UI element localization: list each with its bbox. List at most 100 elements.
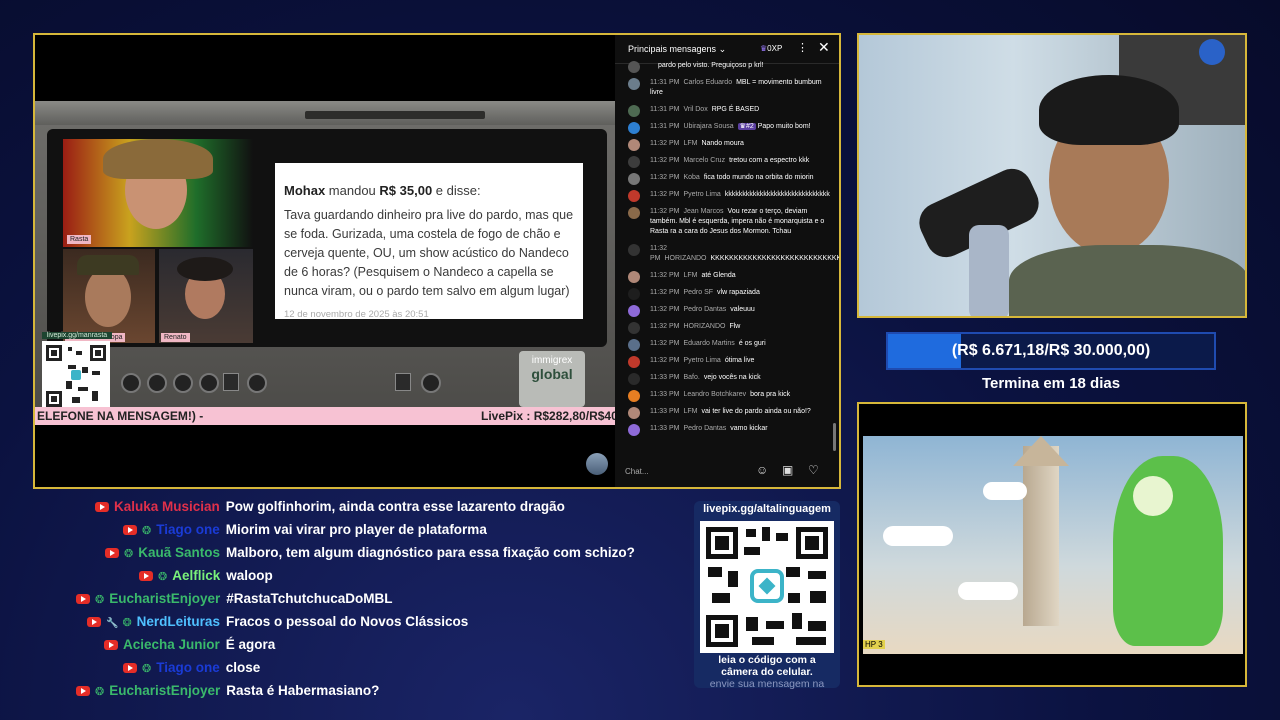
donation-amount: R$ 35,00 (379, 183, 433, 198)
message-author[interactable]: HORIZANDO (683, 323, 725, 330)
user-avatar[interactable] (628, 288, 640, 300)
heart-icon[interactable]: ♡ (808, 463, 819, 477)
user-avatar[interactable] (628, 139, 640, 151)
user-avatar[interactable] (628, 407, 640, 419)
chat-message[interactable]: 11:32 PM Pyetro Lima kkkkkkkkkkkkkkkkkkkkk… (615, 190, 833, 202)
message-author[interactable]: Leandro Botchkarev (683, 391, 746, 398)
streamer-avatar[interactable] (586, 453, 608, 475)
emoji-icon[interactable]: ☺ (756, 463, 768, 477)
user-avatar[interactable] (628, 339, 640, 351)
member-icon: ❂ (122, 617, 132, 629)
message-time: 11:32 PM (650, 306, 680, 313)
message-time: 11:32 PM (650, 357, 680, 364)
message-author[interactable]: Carlos Eduardo (683, 79, 732, 86)
more-options-icon[interactable]: ⋮ (797, 41, 808, 54)
chat-message[interactable]: 11:32 PM Marcelo Cruz tretou com a espectr… (615, 156, 833, 168)
message-text: Nando moura (701, 140, 744, 147)
tv-screen: Rasta Embaixador Jopa Renato Mohax mando… (47, 129, 607, 347)
chat-message[interactable]: 11:33 PM Pedro Dantas vamo kickar (615, 424, 833, 436)
chat-username: Kauã Santos (138, 545, 220, 560)
user-avatar[interactable] (628, 105, 640, 117)
user-avatar[interactable] (628, 390, 640, 402)
user-avatar[interactable] (628, 122, 640, 134)
overlay-chat-row: Aciecha Junior É agora (104, 635, 275, 655)
user-avatar[interactable] (628, 173, 640, 185)
message-author[interactable]: Marcelo Cruz (683, 157, 725, 164)
sticker-icon[interactable]: ▣ (782, 463, 793, 477)
message-author[interactable]: Jean Marcos (683, 208, 723, 215)
xp-value: 0XP (767, 44, 783, 53)
chat-scrollbar[interactable] (833, 423, 836, 451)
message-time: 11:33 PM (650, 374, 680, 381)
chat-message[interactable]: 11:32 PM LFM até Glenda (615, 271, 833, 283)
message-author[interactable]: Vril Dox (683, 106, 707, 113)
chat-message[interactable]: 11:33 PM Leandro Botchkarev bora pra kick (615, 390, 833, 402)
user-avatar[interactable] (628, 322, 640, 334)
donation-date: 12 de novembro de 2025 às 20:51 (284, 309, 429, 320)
message-time: 11:32 PM (650, 323, 680, 330)
chat-message[interactable]: 11:32 PM LFM Nando moura (615, 139, 833, 151)
message-author[interactable]: Pyetro Lima (683, 191, 720, 198)
user-avatar[interactable] (628, 373, 640, 385)
chat-text: close (225, 660, 261, 675)
chat-input[interactable]: Chat... (625, 463, 745, 481)
chat-username: Aciecha Junior (123, 637, 220, 652)
chat-text: #RastaTchutchucaDoMBL (226, 591, 393, 606)
message-author[interactable]: LFM (683, 408, 697, 415)
live-chat-panel: Principais mensagens ⌄ ♛0XP ⋮ ✕ pardo pe… (615, 35, 839, 487)
user-avatar[interactable] (628, 271, 640, 283)
chat-message[interactable]: 11:31 PM Vril Dox RPG É BASED (615, 105, 833, 117)
chat-message[interactable]: 11:32 PM Pedro Dantas valeuuu (615, 305, 833, 317)
chat-message[interactable]: 11:32 PM Jean Marcos Vou rezar o terço, de… (615, 207, 833, 237)
message-author[interactable]: HORIZANDO (665, 255, 707, 262)
message-author[interactable]: Pedro SF (683, 289, 713, 296)
chat-message[interactable]: 11:32 PM Koba fica todo mundo na orbita do… (615, 173, 833, 185)
chat-username: Aelflick (172, 568, 221, 583)
message-author[interactable]: Koba (683, 174, 699, 181)
message-author[interactable]: Pedro Dantas (683, 306, 726, 313)
message-text: RPG É BASED (711, 106, 760, 113)
chat-message[interactable]: 11:32 PM HORIZANDO KKKKKKKKKKKKKKKKKKKKKKK… (615, 244, 839, 264)
message-author[interactable]: Pedro Dantas (683, 425, 726, 432)
user-avatar[interactable] (628, 61, 640, 73)
message-author[interactable]: Ubirajara Sousa (683, 123, 733, 130)
chat-message[interactable]: 11:31 PM Ubirajara Sousa ♛#2 Papo muito bo… (615, 122, 833, 134)
user-avatar[interactable] (628, 207, 640, 219)
user-avatar[interactable] (628, 190, 640, 202)
immigrex-logo: immigrex global (519, 351, 585, 407)
chat-message[interactable]: 11:32 PM Eduardo Martins é os guri (615, 339, 833, 351)
message-author[interactable]: LFM (683, 140, 697, 147)
member-badge: ♛#2 (737, 123, 756, 130)
user-avatar[interactable] (628, 305, 640, 317)
chevron-down-icon: ⌄ (718, 44, 727, 54)
message-text: vejo vocês na kick (703, 374, 761, 381)
chat-text: Pow golfinhorim, ainda contra esse lazar… (225, 499, 565, 514)
message-time: 11:32 PM (650, 191, 680, 198)
chat-message[interactable]: 11:32 PM HORIZANDO Flw (615, 322, 833, 334)
message-text: vai ter live do pardo ainda ou não!? (701, 408, 811, 415)
message-author[interactable]: Pyetro Lima (683, 357, 720, 364)
chat-filter-dropdown[interactable]: Principais mensagens ⌄ (628, 44, 726, 55)
chat-message[interactable]: 11:33 PM LFM vai ter live do pardo ainda o… (615, 407, 833, 419)
message-time: 11:32 PM (650, 140, 680, 147)
message-text: KKKKKKKKKKKKKKKKKKKKKKKKKKKKKKKKKKKKKKKK… (710, 255, 840, 262)
xp-badge[interactable]: ♛0XP (760, 44, 782, 53)
user-avatar[interactable] (628, 356, 640, 368)
user-avatar[interactable] (628, 78, 640, 90)
chat-message[interactable]: 11:31 PM Carlos Eduardo MBL = movimento bu… (615, 78, 833, 98)
user-avatar[interactable] (628, 244, 640, 256)
game-scene (863, 436, 1243, 654)
message-time: 11:32 PM (650, 157, 680, 164)
message-author[interactable]: Bafo. (683, 374, 699, 381)
user-avatar[interactable] (628, 156, 640, 168)
chat-message[interactable]: pardo pelo visto. Preguiçoso p krl! (615, 61, 833, 73)
guest-cam-rasta: Rasta (63, 139, 253, 247)
qr-url: livepix.gg/altalinguagem (703, 503, 831, 515)
chat-message[interactable]: 11:32 PM Pedro SF vlw rapaziada (615, 288, 833, 300)
user-avatar[interactable] (628, 424, 640, 436)
chat-message[interactable]: 11:32 PM Pyetro Lima ótima live (615, 356, 833, 368)
message-author[interactable]: LFM (683, 272, 697, 279)
message-author[interactable]: Eduardo Martins (683, 340, 734, 347)
chat-message[interactable]: 11:33 PM Bafo. vejo vocês na kick (615, 373, 833, 385)
close-icon[interactable]: ✕ (818, 39, 830, 56)
